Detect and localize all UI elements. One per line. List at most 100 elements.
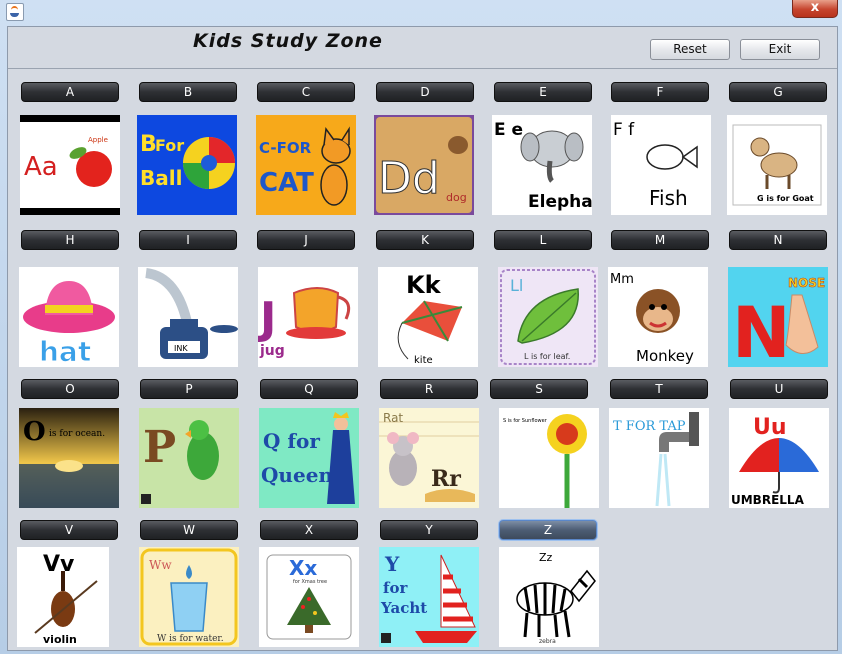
- picture-tile-t[interactable]: T FOR TAP: [609, 408, 709, 508]
- svg-text:CAT: CAT: [259, 168, 314, 198]
- svg-text:Uu: Uu: [753, 415, 787, 440]
- letter-button-a[interactable]: A: [21, 82, 119, 102]
- picture-tile-f[interactable]: F f Fish: [611, 115, 711, 215]
- svg-text:jug: jug: [259, 343, 285, 359]
- nose-image: N NOSE: [728, 267, 828, 367]
- java-icon: [6, 3, 24, 21]
- letter-button-k[interactable]: K: [376, 230, 474, 250]
- picture-tile-z[interactable]: Zz zebra: [499, 547, 599, 647]
- xmas-tree-image: Xx for Xmas tree: [259, 547, 359, 647]
- picture-tile-q[interactable]: Q for Queen: [259, 408, 359, 508]
- letter-button-s[interactable]: S: [490, 379, 588, 399]
- picture-tile-n[interactable]: N NOSE: [728, 267, 828, 367]
- picture-tile-m[interactable]: Mm Monkey: [608, 267, 708, 367]
- letter-button-i[interactable]: I: [139, 230, 237, 250]
- svg-text:is for ocean.: is for ocean.: [49, 429, 105, 439]
- picture-tile-l[interactable]: Ll L is for leaf.: [498, 267, 598, 367]
- letter-button-t[interactable]: T: [610, 379, 708, 399]
- picture-tile-k[interactable]: Kk kite: [378, 267, 478, 367]
- picture-tile-s[interactable]: S is for Sunflower: [499, 408, 599, 508]
- sunflower-image: S is for Sunflower: [499, 408, 599, 508]
- picture-tile-e[interactable]: E e Elephant: [492, 115, 592, 215]
- leaf-image: Ll L is for leaf.: [498, 267, 598, 367]
- picture-tile-c[interactable]: C-FOR CAT: [256, 115, 356, 215]
- letter-button-p[interactable]: P: [140, 379, 238, 399]
- letter-button-r[interactable]: R: [380, 379, 478, 399]
- picture-tile-o[interactable]: O is for ocean.: [19, 408, 119, 508]
- picture-tile-p[interactable]: P: [139, 408, 239, 508]
- svg-text:L is for leaf.: L is for leaf.: [524, 352, 570, 361]
- letter-button-x[interactable]: X: [260, 520, 358, 540]
- picture-tile-g[interactable]: G is for Goat: [727, 115, 827, 215]
- letter-button-v[interactable]: V: [20, 520, 118, 540]
- letter-button-g[interactable]: G: [729, 82, 827, 102]
- letter-button-z[interactable]: Z: [499, 520, 597, 540]
- apple-image: Aa Apple: [20, 115, 120, 215]
- ocean-image: O is for ocean.: [19, 408, 119, 508]
- svg-text:Kk: Kk: [406, 271, 442, 299]
- kite-image: Kk kite: [378, 267, 478, 367]
- svg-text:Mm: Mm: [610, 272, 634, 287]
- svg-text:J: J: [258, 293, 276, 344]
- picture-tile-w[interactable]: Ww W is for water.: [139, 547, 239, 647]
- picture-tile-u[interactable]: Uu UMBRELLA: [729, 408, 829, 508]
- letter-button-f[interactable]: F: [611, 82, 709, 102]
- svg-text:O: O: [23, 417, 46, 447]
- svg-text:P: P: [143, 422, 176, 473]
- svg-text:Ww: Ww: [149, 558, 172, 572]
- fish-image: F f Fish: [611, 115, 711, 215]
- reset-button[interactable]: Reset: [650, 39, 730, 60]
- picture-tile-y[interactable]: Y for Yacht: [379, 547, 479, 647]
- svg-text:INK: INK: [174, 344, 188, 353]
- app-window: x Kids Study Zone Reset Exit A B C D E F…: [0, 0, 842, 654]
- letter-button-w[interactable]: W: [140, 520, 238, 540]
- picture-tile-j[interactable]: J jug: [258, 267, 358, 367]
- goat-image: G is for Goat: [727, 115, 827, 215]
- svg-text:kite: kite: [414, 355, 433, 366]
- svg-text:Xx: Xx: [289, 556, 317, 580]
- svg-text:UMBRELLA: UMBRELLA: [731, 493, 805, 507]
- letter-button-h[interactable]: H: [21, 230, 119, 250]
- picture-tile-a[interactable]: Aa Apple: [20, 115, 120, 215]
- letter-button-d[interactable]: D: [376, 82, 474, 102]
- svg-text:T FOR TAP: T FOR TAP: [613, 419, 686, 434]
- svg-text:Ll: Ll: [510, 276, 523, 295]
- svg-text:Fish: Fish: [649, 186, 688, 210]
- dog-image: Dd dog: [374, 115, 474, 215]
- letter-button-e[interactable]: E: [494, 82, 592, 102]
- letter-button-l[interactable]: L: [494, 230, 592, 250]
- letter-button-b[interactable]: B: [139, 82, 237, 102]
- elephant-image: E e Elephant: [492, 115, 592, 215]
- picture-tile-x[interactable]: Xx for Xmas tree: [259, 547, 359, 647]
- picture-tile-b[interactable]: B For Ball: [137, 115, 237, 215]
- svg-text:dog: dog: [446, 191, 467, 204]
- svg-text:Q for: Q for: [263, 429, 320, 453]
- svg-text:Yacht: Yacht: [380, 599, 427, 617]
- picture-tile-h[interactable]: hat: [19, 267, 119, 367]
- letter-button-n[interactable]: N: [729, 230, 827, 250]
- letter-button-j[interactable]: J: [257, 230, 355, 250]
- svg-text:G is for Goat: G is for Goat: [757, 194, 814, 203]
- close-button[interactable]: x: [792, 0, 838, 18]
- picture-tile-r[interactable]: Rat Rr: [379, 408, 479, 508]
- letter-button-o[interactable]: O: [21, 379, 119, 399]
- picture-tile-v[interactable]: Vv violin: [17, 547, 109, 647]
- water-image: Ww W is for water.: [139, 547, 239, 647]
- picture-tile-d[interactable]: Dd dog: [374, 115, 474, 215]
- svg-text:for: for: [383, 579, 408, 597]
- svg-text:Aa: Aa: [24, 152, 58, 182]
- letter-button-q[interactable]: Q: [260, 379, 358, 399]
- svg-text:Elephant: Elephant: [528, 192, 592, 212]
- app-title: Kids Study Zone: [193, 30, 383, 52]
- hat-image: hat: [19, 267, 119, 367]
- letter-button-u[interactable]: U: [730, 379, 828, 399]
- svg-text:E e: E e: [494, 120, 523, 140]
- picture-tile-i[interactable]: INK: [138, 267, 238, 367]
- letter-button-y[interactable]: Y: [380, 520, 478, 540]
- letter-button-c[interactable]: C: [257, 82, 355, 102]
- letter-button-m[interactable]: M: [611, 230, 709, 250]
- svg-text:Monkey: Monkey: [636, 347, 694, 365]
- svg-text:Rr: Rr: [431, 466, 461, 492]
- svg-text:S is for Sunflower: S is for Sunflower: [503, 418, 548, 424]
- exit-button[interactable]: Exit: [740, 39, 820, 60]
